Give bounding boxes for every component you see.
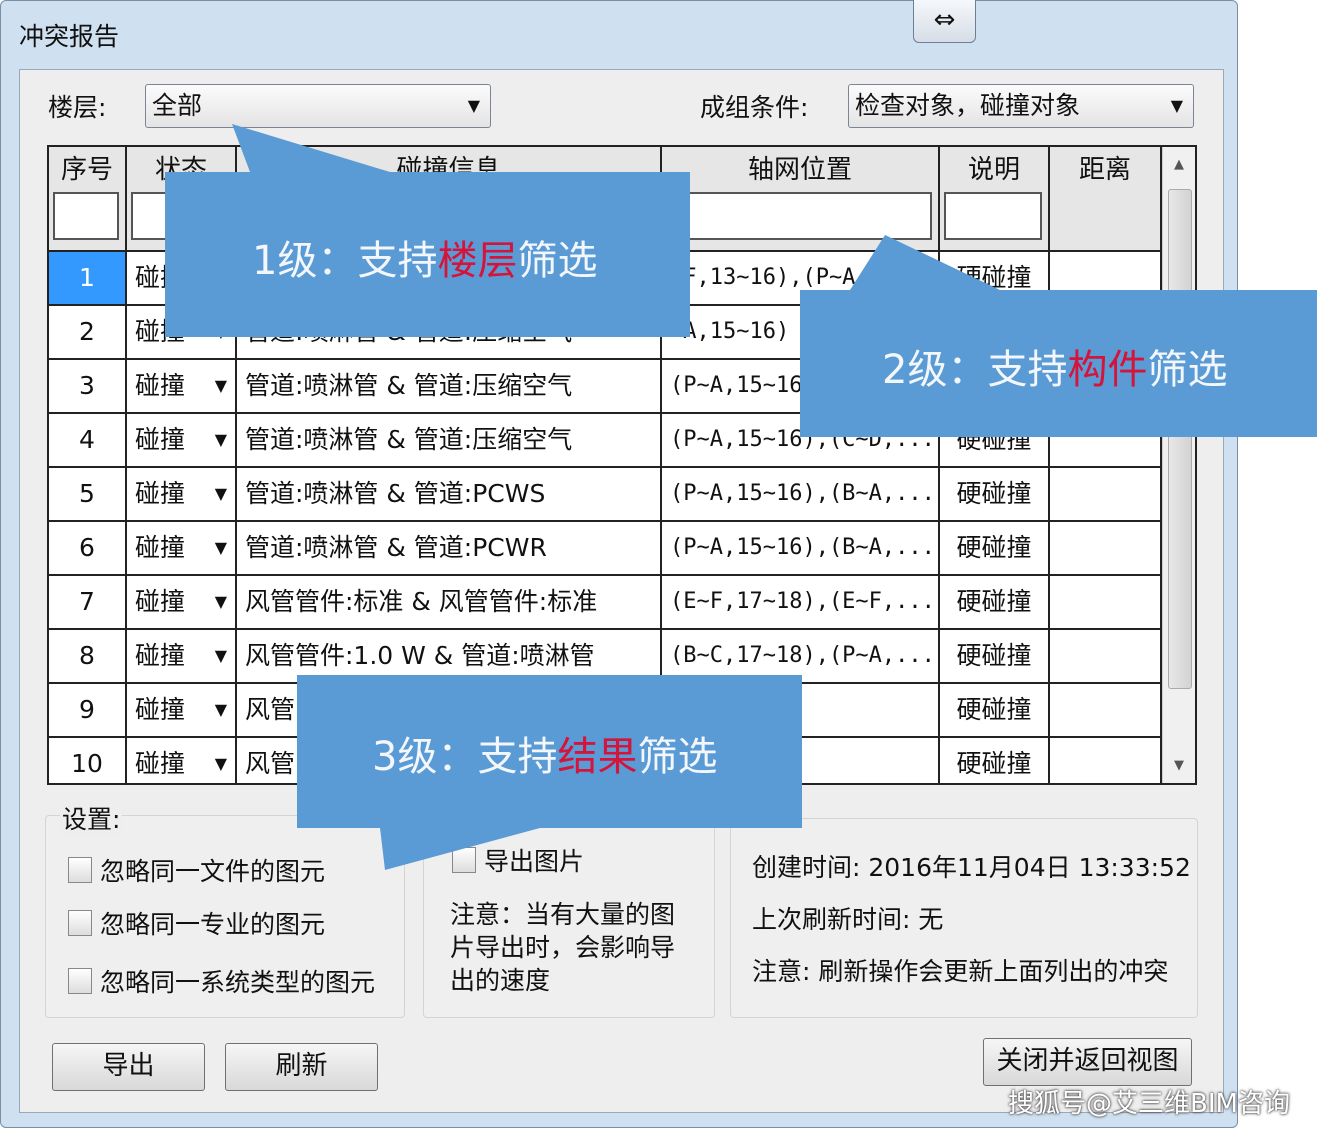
callout-1-text: 1级：支持楼层筛选 bbox=[252, 238, 598, 284]
callout-2-text: 2级：支持构件筛选 bbox=[882, 347, 1228, 393]
callout-shapes bbox=[165, 124, 1317, 870]
watermark: 搜狐号@艾三维BIM咨询 bbox=[1008, 1089, 1290, 1119]
callout-3-text: 3级：支持结果筛选 bbox=[372, 734, 718, 780]
callout-2-shape bbox=[800, 235, 1317, 437]
